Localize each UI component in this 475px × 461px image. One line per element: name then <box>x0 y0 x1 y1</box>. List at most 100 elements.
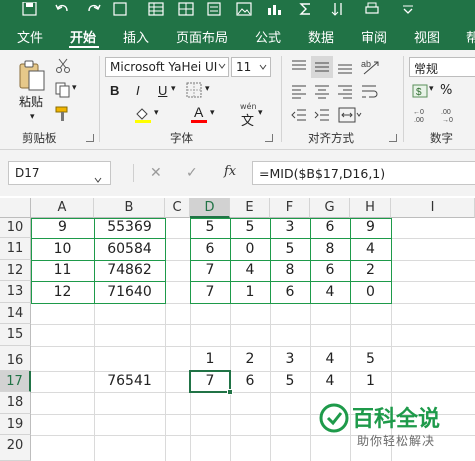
cell-d13[interactable]: 7 <box>190 284 230 300</box>
cell-b13[interactable]: 71640 <box>94 284 165 300</box>
cell-g17[interactable]: 4 <box>310 373 350 389</box>
cell-g13[interactable]: 4 <box>310 284 350 300</box>
cell-h17[interactable]: 1 <box>350 373 391 389</box>
cell-h12[interactable]: 2 <box>350 262 391 278</box>
cell-h11[interactable]: 4 <box>350 241 391 257</box>
grid-icon[interactable] <box>178 2 194 16</box>
row-header-12[interactable]: 12 <box>0 260 31 281</box>
cell-e11[interactable]: 0 <box>230 241 270 257</box>
cell-d12[interactable]: 7 <box>190 262 230 278</box>
tab-help[interactable]: 帮 <box>466 27 475 46</box>
tab-file[interactable]: 文件 <box>17 27 43 46</box>
tab-data[interactable]: 数据 <box>308 27 334 46</box>
cell-f12[interactable]: 8 <box>270 262 310 278</box>
alignment-launcher-icon[interactable] <box>389 134 397 142</box>
underline-button[interactable]: U <box>158 83 167 98</box>
save-icon[interactable] <box>22 2 38 16</box>
table-icon[interactable] <box>148 2 164 16</box>
row-header-10[interactable]: 10 <box>0 218 31 238</box>
row-header-18[interactable]: 18 <box>0 392 31 414</box>
cell-f10[interactable]: 3 <box>270 219 310 235</box>
cell-f13[interactable]: 6 <box>270 284 310 300</box>
fill-handle[interactable] <box>227 389 233 395</box>
row-header-20[interactable]: 20 <box>0 435 31 461</box>
currency-icon[interactable]: $ <box>412 82 442 102</box>
font-launcher-icon[interactable] <box>265 134 273 142</box>
font-name-dropdown-icon[interactable] <box>218 62 226 70</box>
cut-icon[interactable] <box>55 58 71 74</box>
select-all-corner[interactable] <box>0 198 31 218</box>
increase-indent-icon[interactable] <box>313 106 331 124</box>
column-header-d[interactable]: D <box>190 198 230 218</box>
merge-center-icon[interactable] <box>338 106 362 124</box>
tab-page-layout[interactable]: 页面布局 <box>176 27 228 46</box>
clipboard-launcher-icon[interactable] <box>86 134 94 142</box>
cell-f11[interactable]: 5 <box>270 241 310 257</box>
font-color-button[interactable]: A <box>194 104 203 120</box>
align-top-icon[interactable] <box>290 58 308 76</box>
paste-dropdown-icon[interactable]: ▾ <box>30 112 35 122</box>
align-bottom-icon[interactable] <box>336 58 354 76</box>
borders-dropdown-icon[interactable]: ▾ <box>205 84 210 94</box>
italic-button[interactable]: I <box>136 83 140 98</box>
format-painter-icon[interactable] <box>55 106 71 122</box>
cell-g16[interactable]: 4 <box>310 351 350 367</box>
cell-e13[interactable]: 1 <box>230 284 270 300</box>
borders-icon[interactable] <box>186 82 202 98</box>
image-icon[interactable] <box>236 2 252 16</box>
row-header-13[interactable]: 13 <box>0 281 31 303</box>
cell-g10[interactable]: 6 <box>310 219 350 235</box>
cell-a11[interactable]: 10 <box>31 241 94 257</box>
font-name-combo[interactable]: Microsoft YaHei UI <box>105 57 229 77</box>
cell-b10[interactable]: 55369 <box>94 219 165 235</box>
cell-e10[interactable]: 5 <box>230 219 270 235</box>
column-header-i[interactable]: I <box>391 198 475 218</box>
column-header-g[interactable]: G <box>310 198 350 218</box>
font-size-combo[interactable]: 11 <box>231 57 271 77</box>
align-middle-icon[interactable] <box>311 56 333 78</box>
currency-dropdown-icon[interactable]: ▾ <box>429 84 434 94</box>
insert-function-button[interactable]: fx <box>224 164 236 179</box>
tab-home[interactable]: 开始 <box>70 27 96 46</box>
cell-g11[interactable]: 8 <box>310 241 350 257</box>
cell-h13[interactable]: 0 <box>350 284 391 300</box>
cancel-icon[interactable]: ✕ <box>150 165 162 181</box>
cell-h10[interactable]: 9 <box>350 219 391 235</box>
percent-icon[interactable]: % <box>440 83 452 98</box>
column-header-a[interactable]: A <box>31 198 94 218</box>
column-header-h[interactable]: H <box>350 198 391 218</box>
align-left-icon[interactable] <box>290 82 308 100</box>
cell-h16[interactable]: 5 <box>350 351 391 367</box>
print-icon[interactable] <box>364 2 380 16</box>
cell-d10[interactable]: 5 <box>190 219 230 235</box>
align-center-icon[interactable] <box>313 82 331 100</box>
tab-view[interactable]: 视图 <box>414 27 440 46</box>
sum-icon[interactable] <box>298 2 314 16</box>
orientation-icon[interactable]: ab <box>360 56 382 78</box>
cell-a13[interactable]: 12 <box>31 284 94 300</box>
copy-icon[interactable] <box>55 82 71 98</box>
underline-dropdown-icon[interactable]: ▾ <box>171 84 176 94</box>
cell-f16[interactable]: 3 <box>270 351 310 367</box>
column-header-b[interactable]: B <box>94 198 165 218</box>
cell-a12[interactable]: 11 <box>31 262 94 278</box>
phonetic-button[interactable]: 文 <box>241 110 254 129</box>
decrease-decimal-icon[interactable]: .00 →0 <box>440 106 464 124</box>
redo-icon[interactable] <box>86 2 102 16</box>
column-header-e[interactable]: E <box>230 198 270 218</box>
increase-decimal-icon[interactable]: ←0.00 <box>412 106 436 124</box>
cell-b11[interactable]: 60584 <box>94 241 165 257</box>
cell-d11[interactable]: 6 <box>190 241 230 257</box>
cell-d16[interactable]: 1 <box>190 351 230 367</box>
bold-button[interactable]: B <box>110 83 119 98</box>
formula-input[interactable]: =MID($B$17,D16,1) <box>252 161 475 185</box>
paste-icon[interactable] <box>18 60 46 92</box>
wrap-text-icon[interactable] <box>360 82 378 100</box>
copy-dropdown-icon[interactable]: ▾ <box>72 83 77 93</box>
cell-e16[interactable]: 2 <box>230 351 270 367</box>
row-header-11[interactable]: 11 <box>0 238 31 260</box>
quick-access-icon[interactable] <box>112 2 128 16</box>
column-header-f[interactable]: F <box>270 198 310 218</box>
number-format-combo[interactable]: 常规 <box>409 57 475 77</box>
customize-icon[interactable] <box>400 2 416 16</box>
